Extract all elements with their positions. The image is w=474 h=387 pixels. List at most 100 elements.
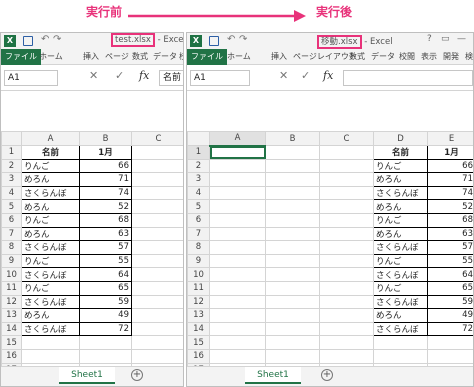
cell[interactable] <box>209 145 266 160</box>
cell[interactable] <box>319 145 374 160</box>
sheet-tab[interactable]: Sheet1 <box>245 367 301 384</box>
cell[interactable] <box>319 199 374 214</box>
cell[interactable] <box>319 185 374 201</box>
cell[interactable]: さくらんぼ <box>373 294 428 310</box>
confirm-icon[interactable]: ✓ <box>301 69 310 82</box>
tab-home[interactable]: ホーム <box>227 51 251 62</box>
cell[interactable] <box>209 280 266 296</box>
cell[interactable]: 名前 <box>21 145 80 160</box>
cell[interactable]: りんご <box>373 158 428 174</box>
tab-developer[interactable]: 開発 <box>443 51 459 62</box>
cell[interactable] <box>209 172 266 187</box>
cell[interactable] <box>319 348 374 364</box>
tab-home[interactable]: ホーム <box>39 51 63 62</box>
cell[interactable]: 1月 <box>79 145 132 160</box>
tab-search[interactable]: 検 <box>465 51 473 62</box>
name-box[interactable]: A1 <box>190 70 250 86</box>
cell[interactable] <box>209 199 266 214</box>
tab-file[interactable]: ファイル <box>187 49 227 65</box>
cell[interactable] <box>209 212 266 228</box>
cell[interactable] <box>265 321 320 337</box>
cell[interactable] <box>79 348 132 364</box>
cell[interactable]: 68 <box>79 212 132 228</box>
undo-icon[interactable]: ↶ <box>41 34 49 45</box>
cell[interactable]: 57 <box>427 240 473 255</box>
cell[interactable] <box>131 185 183 201</box>
cell[interactable]: めろん <box>373 199 428 214</box>
ribbon-display-icon[interactable]: ▭ <box>441 34 450 44</box>
add-sheet-icon[interactable]: + <box>131 369 143 381</box>
cell[interactable] <box>427 348 473 364</box>
sheet-tab[interactable]: Sheet1 <box>59 367 115 384</box>
cell[interactable]: 74 <box>79 185 132 201</box>
cell[interactable] <box>319 335 374 350</box>
cell[interactable]: さくらんぼ <box>21 321 80 337</box>
cell[interactable] <box>319 226 374 242</box>
cell[interactable] <box>265 240 320 255</box>
cell[interactable] <box>265 253 320 269</box>
cell[interactable] <box>209 335 266 350</box>
cell[interactable] <box>21 335 80 350</box>
cell[interactable] <box>131 212 183 228</box>
cell[interactable] <box>131 145 183 160</box>
cell[interactable] <box>265 158 320 174</box>
cell[interactable] <box>319 240 374 255</box>
cell[interactable]: りんご <box>373 253 428 269</box>
cell[interactable]: 71 <box>79 172 132 187</box>
cell[interactable]: 64 <box>427 267 473 282</box>
cell[interactable] <box>209 185 266 201</box>
cell[interactable] <box>79 335 132 350</box>
cell[interactable]: りんご <box>21 212 80 228</box>
cell[interactable] <box>319 172 374 187</box>
tab-insert[interactable]: 挿入 <box>271 51 287 62</box>
cell[interactable]: 66 <box>427 158 473 174</box>
cell[interactable]: 55 <box>427 253 473 269</box>
cell[interactable] <box>209 240 266 255</box>
confirm-icon[interactable]: ✓ <box>115 69 124 82</box>
tab-page-layout[interactable]: ページレイアウト <box>293 51 357 62</box>
cell[interactable] <box>131 294 183 310</box>
cell[interactable]: りんご <box>21 158 80 174</box>
cell[interactable]: 63 <box>79 226 132 242</box>
cell[interactable]: さくらんぼ <box>373 240 428 255</box>
cell[interactable]: さくらんぼ <box>373 267 428 282</box>
tab-data[interactable]: データ <box>371 51 395 62</box>
cell[interactable]: めろん <box>373 308 428 323</box>
redo-icon[interactable]: ↷ <box>239 34 247 45</box>
cell[interactable] <box>209 308 266 323</box>
tab-data[interactable]: データ <box>153 51 177 62</box>
cell[interactable] <box>209 348 266 364</box>
cell[interactable]: めろん <box>21 199 80 214</box>
cell[interactable]: めろん <box>21 308 80 323</box>
cell[interactable] <box>209 158 266 174</box>
cell[interactable]: りんご <box>21 253 80 269</box>
cell[interactable]: りんご <box>21 280 80 296</box>
cell[interactable] <box>209 253 266 269</box>
formula-input[interactable] <box>343 70 473 86</box>
cell[interactable] <box>373 335 428 350</box>
redo-icon[interactable]: ↷ <box>53 34 61 45</box>
cell[interactable]: めろん <box>21 226 80 242</box>
cell[interactable] <box>265 199 320 214</box>
cell[interactable]: 1月 <box>427 145 473 160</box>
cell[interactable]: さくらんぼ <box>21 267 80 282</box>
add-sheet-icon[interactable]: + <box>321 369 333 381</box>
cell[interactable] <box>209 267 266 282</box>
cell[interactable]: めろん <box>373 172 428 187</box>
cancel-icon[interactable]: ✕ <box>89 69 98 82</box>
cell[interactable] <box>319 253 374 269</box>
function-icon[interactable]: fx <box>323 69 333 82</box>
cell[interactable]: 65 <box>79 280 132 296</box>
cell[interactable] <box>131 199 183 214</box>
cell[interactable]: 59 <box>79 294 132 310</box>
cell[interactable]: 65 <box>427 280 473 296</box>
cell[interactable]: めろん <box>21 172 80 187</box>
cell[interactable] <box>373 348 428 364</box>
undo-icon[interactable]: ↶ <box>227 34 235 45</box>
cell[interactable] <box>319 267 374 282</box>
cell[interactable] <box>265 267 320 282</box>
cell[interactable] <box>319 280 374 296</box>
formula-input[interactable]: 名前 <box>159 70 183 86</box>
tab-page[interactable]: ページ <box>105 51 129 62</box>
cell[interactable] <box>131 226 183 242</box>
